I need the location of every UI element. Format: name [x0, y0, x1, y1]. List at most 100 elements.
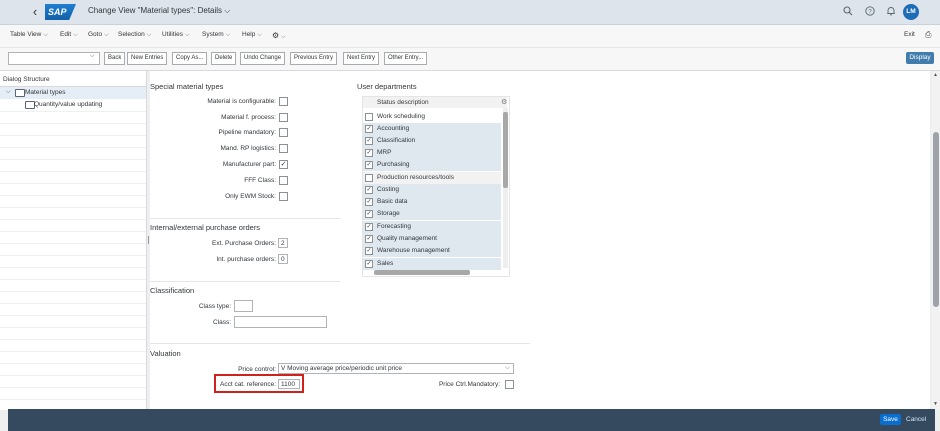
menu-system[interactable]: System ⌵: [202, 31, 230, 39]
table-row[interactable]: ✓ Costing: [363, 184, 501, 196]
ext-purchase-orders-input[interactable]: 2: [278, 238, 288, 248]
delete-button[interactable]: Delete: [211, 52, 237, 65]
only-ewm-stock-checkbox[interactable]: [279, 192, 288, 201]
print-icon[interactable]: ⎙: [925, 30, 931, 40]
menu-edit[interactable]: Edit ⌵: [60, 31, 78, 39]
help-icon[interactable]: ?: [864, 6, 876, 18]
row-label: MRP: [377, 149, 392, 156]
user-avatar[interactable]: LM: [903, 4, 919, 20]
manufacturer-part-checkbox[interactable]: ✓: [279, 160, 288, 169]
acct-cat-reference-input[interactable]: 1100: [278, 379, 300, 389]
page-scroll-thumb[interactable]: [933, 132, 939, 307]
field-label: Class type:: [198, 303, 231, 310]
chevron-down-icon: ⌵: [184, 32, 190, 38]
table-scroll-thumb[interactable]: [503, 112, 508, 188]
copy-as-button[interactable]: Copy As...: [172, 52, 208, 65]
settings-menu[interactable]: ⚙ ⌵: [272, 31, 286, 41]
section-title-special-material-types: Special material types: [150, 82, 224, 91]
row-checkbox[interactable]: [365, 174, 373, 182]
table-row[interactable]: ✓ Accounting: [363, 123, 501, 135]
row-checkbox[interactable]: ✓: [365, 235, 373, 243]
row-checkbox[interactable]: ✓: [365, 210, 373, 218]
menu-table-view[interactable]: Table View ⌵: [10, 31, 48, 39]
chevron-down-icon: ⌵: [104, 32, 109, 38]
menu-help[interactable]: Help ⌵: [242, 31, 262, 39]
table-settings-icon[interactable]: ⚙: [501, 98, 507, 106]
menu-label: Edit: [60, 31, 72, 38]
save-button[interactable]: Save: [880, 414, 901, 425]
menu-goto[interactable]: Goto ⌵: [88, 31, 109, 39]
table-row[interactable]: ✓ Sales: [363, 258, 501, 270]
mand-rp-logistics-checkbox[interactable]: [279, 144, 288, 153]
scroll-down-icon[interactable]: ▼: [933, 401, 938, 407]
page-title[interactable]: Change View "Material types": Details ⌵: [88, 6, 230, 16]
material-f-process-checkbox[interactable]: [279, 113, 288, 122]
row-checkbox[interactable]: [365, 113, 373, 121]
display-button[interactable]: Display: [906, 52, 934, 64]
row-label: Work scheduling: [377, 113, 425, 120]
class-input[interactable]: [234, 316, 327, 328]
search-icon[interactable]: [842, 6, 854, 18]
divider: [150, 218, 340, 219]
table-row[interactable]: ✓ Forecasting: [363, 221, 501, 233]
other-entry-button[interactable]: Other Entry...: [384, 52, 428, 65]
chevron-down-icon[interactable]: ⌵: [505, 364, 510, 372]
int-purchase-orders-input[interactable]: 0: [278, 254, 288, 264]
field-label: Acct cat. reference:: [220, 381, 276, 388]
previous-entry-button[interactable]: Previous Entry: [290, 52, 338, 65]
scroll-up-icon[interactable]: ▲: [933, 72, 938, 78]
material-configurable-checkbox[interactable]: [279, 97, 288, 106]
exit-button[interactable]: Exit: [904, 31, 915, 38]
row-checkbox[interactable]: ✓: [365, 125, 373, 133]
table-horizontal-scrollbar[interactable]: [374, 270, 470, 275]
section-title-user-departments: User departments: [357, 82, 417, 91]
gear-icon: ⚙: [272, 31, 280, 40]
row-checkbox[interactable]: ✓: [365, 198, 373, 206]
table-row[interactable]: Work scheduling: [363, 111, 501, 123]
next-entry-button[interactable]: Next Entry: [343, 52, 380, 65]
price-control-select[interactable]: V Moving average price/periodic unit pri…: [278, 363, 514, 374]
row-checkbox[interactable]: ✓: [365, 247, 373, 255]
row-checkbox[interactable]: ✓: [365, 223, 373, 231]
pipeline-mandatory-checkbox[interactable]: [279, 128, 288, 137]
row-label: Basic data: [377, 198, 408, 205]
class-type-input[interactable]: [234, 300, 253, 312]
row-label: Purchasing: [377, 161, 410, 168]
notifications-icon[interactable]: [885, 6, 897, 18]
table-row[interactable]: ✓ Warehouse management: [363, 245, 501, 257]
command-field[interactable]: [8, 52, 100, 65]
row-checkbox[interactable]: ✓: [365, 186, 373, 194]
column-header-status-description[interactable]: Status description: [377, 99, 429, 106]
undo-change-button[interactable]: Undo Change: [240, 52, 286, 65]
row-checkbox[interactable]: ✓: [365, 137, 373, 145]
field-label: Class:: [212, 319, 231, 326]
dialog-structure-header: Dialog Structure: [3, 76, 50, 83]
new-entries-button[interactable]: New Entries: [127, 52, 168, 65]
field-label: Price control:: [238, 366, 276, 373]
table-row[interactable]: ✓ Quality management: [363, 233, 501, 245]
table-row[interactable]: Production resources/tools: [363, 172, 501, 184]
menu-selection[interactable]: Selection ⌵: [118, 31, 151, 39]
fff-class-checkbox[interactable]: [279, 176, 288, 185]
tree-item-label: Material types: [25, 89, 66, 96]
table-row[interactable]: ✓ Purchasing: [363, 159, 501, 171]
chevron-down-icon[interactable]: ⌵: [90, 53, 95, 60]
row-label: Classification: [377, 137, 416, 144]
table-row[interactable]: ✓ Storage: [363, 208, 501, 220]
back-button[interactable]: Back: [104, 52, 126, 65]
table-row[interactable]: ✓ Basic data: [363, 196, 501, 208]
table-row[interactable]: ✓ MRP: [363, 147, 501, 159]
back-icon[interactable]: ‹: [28, 4, 42, 20]
row-checkbox[interactable]: ✓: [365, 149, 373, 157]
row-checkbox[interactable]: ✓: [365, 161, 373, 169]
chevron-down-icon: ⌵: [146, 32, 152, 38]
table-row[interactable]: ✓ Classification: [363, 135, 501, 147]
footer-bar: [8, 409, 935, 431]
row-checkbox[interactable]: ✓: [365, 260, 373, 268]
expand-icon[interactable]: ⌵: [6, 89, 11, 96]
cancel-button[interactable]: Cancel: [906, 414, 926, 425]
price-control-value: V Moving average price/periodic unit pri…: [281, 365, 403, 372]
field-label: Material is configurable:: [207, 98, 276, 105]
menu-utilities[interactable]: Utilities ⌵: [162, 31, 190, 39]
price-ctrl-mandatory-checkbox[interactable]: [505, 380, 514, 389]
